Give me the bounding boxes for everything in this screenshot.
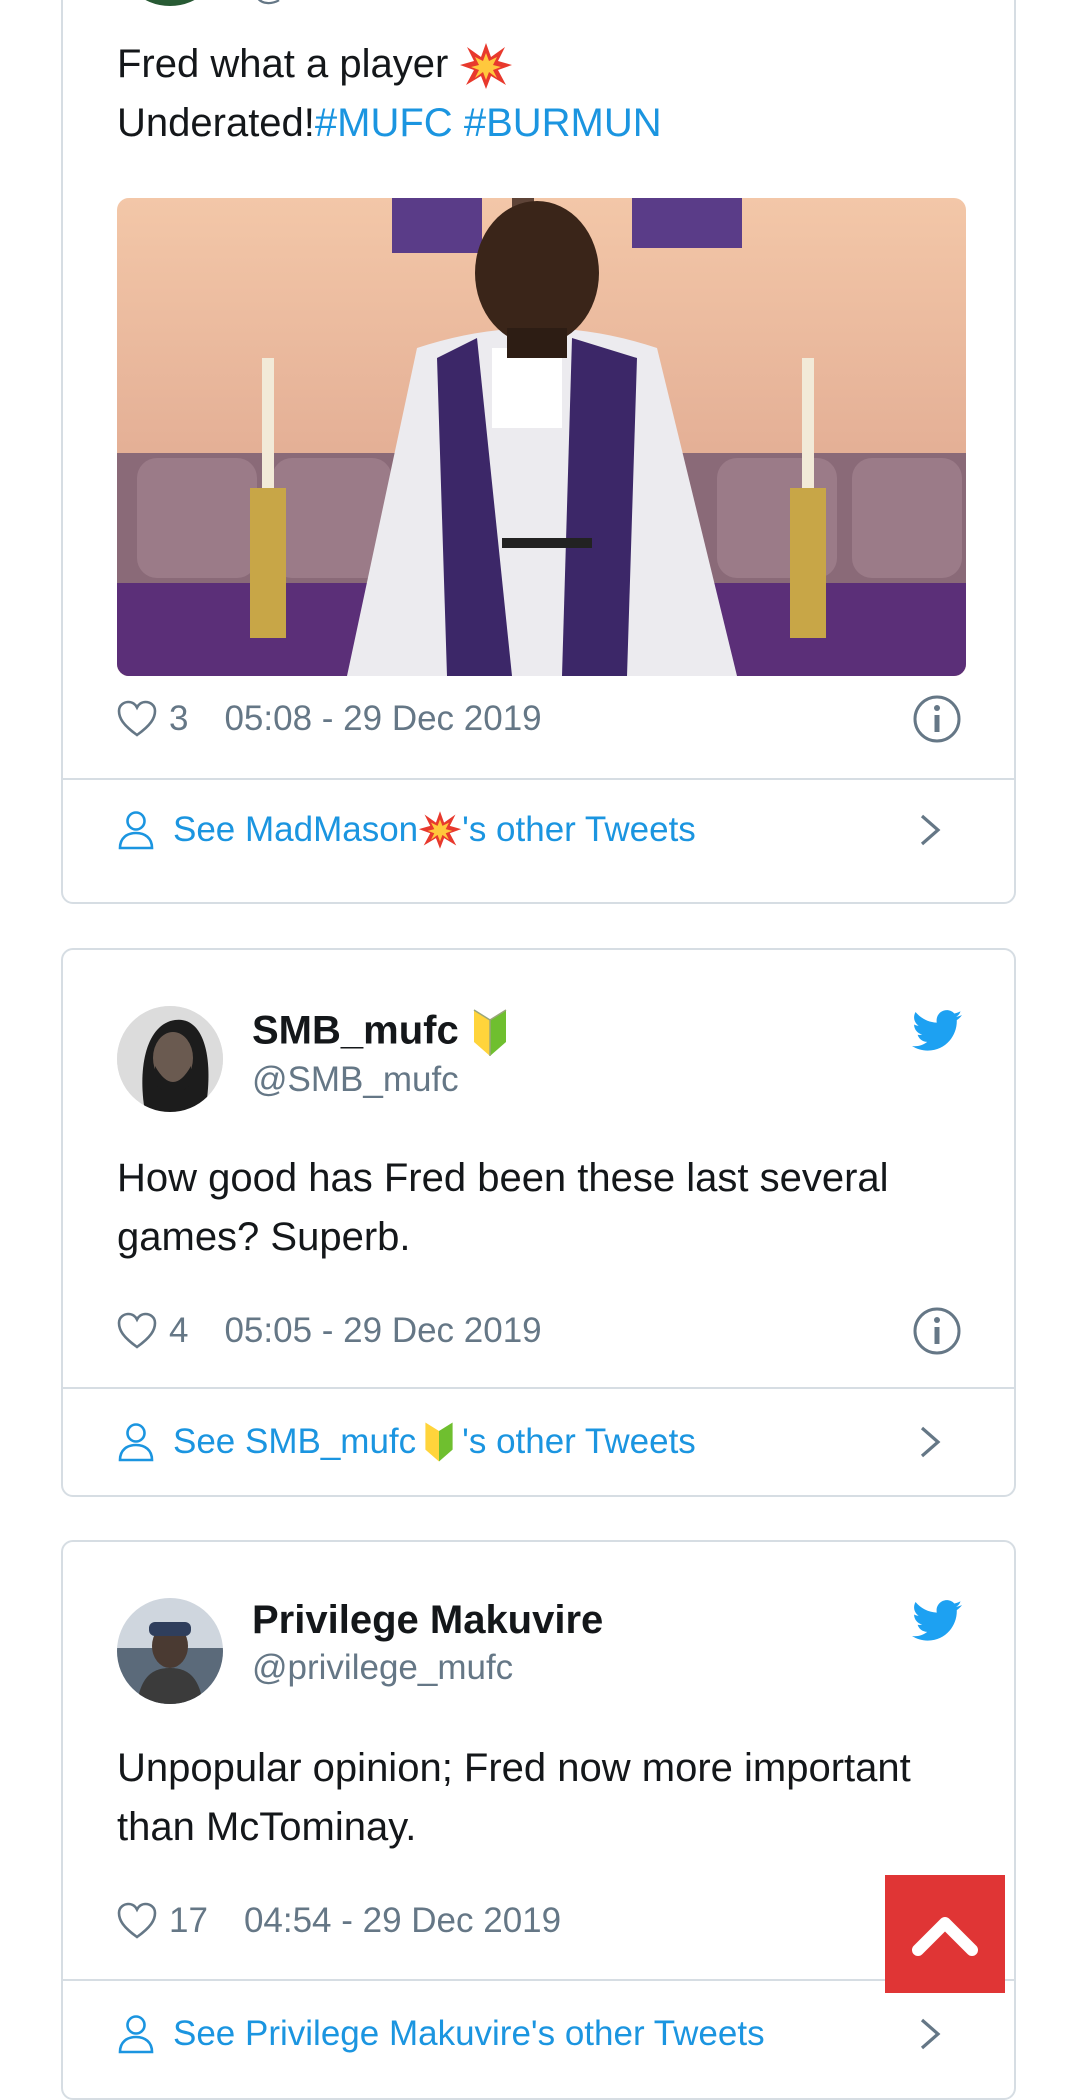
person-icon <box>118 811 154 850</box>
see-other-tweets-link[interactable]: See Privilege Makuvire's other Tweets <box>117 2004 962 2064</box>
person-icon <box>118 1423 154 1462</box>
tweet-meta: 4 05:05 - 29 Dec 2019 <box>117 1306 962 1356</box>
info-icon[interactable] <box>912 694 962 744</box>
tweet-meta: 3 05:08 - 29 Dec 2019 <box>117 694 962 744</box>
heart-icon[interactable] <box>117 700 157 738</box>
chevron-up-icon <box>912 1917 978 1956</box>
tweet-card-2: SMB_mufc @SMB_mufc How good has Fred bee… <box>61 948 1016 1497</box>
chevron-right-icon <box>920 2018 941 2050</box>
chevron-right-icon <box>920 814 941 846</box>
tweet-meta: 17 04:54 - 29 Dec 2019 <box>117 1896 962 1946</box>
tweet-author-name[interactable]: Privilege Makuvire <box>252 1598 603 1643</box>
tweet-handle[interactable]: @ <box>252 0 288 8</box>
heart-icon[interactable] <box>117 1312 157 1350</box>
timestamp[interactable]: 05:08 - 29 Dec 2019 <box>224 699 541 739</box>
like-count: 3 <box>169 699 189 738</box>
like-count: 17 <box>169 1901 208 1940</box>
tweet-author-name[interactable]: SMB_mufc <box>252 1008 510 1058</box>
tweet-handle[interactable]: @privilege_mufc <box>252 1648 513 1688</box>
divider <box>63 778 1014 780</box>
hashtag-link[interactable]: #MUFC <box>315 101 453 145</box>
footer-label-suffix: 's other Tweets <box>462 810 696 849</box>
footer-label: See Privilege Makuvire's other Tweets <box>173 2014 765 2053</box>
beginner-badge-emoji <box>425 1422 453 1462</box>
person-icon <box>118 2015 154 2054</box>
avatar[interactable] <box>117 1598 223 1704</box>
tweet-text-line2: Underated! <box>117 101 315 145</box>
author-name-text: SMB_mufc <box>252 1008 459 1053</box>
footer-label-prefix: See MadMason <box>173 810 419 849</box>
tweet-text: How good has Fred been these last severa… <box>117 1156 889 1259</box>
tweet-text: Unpopular opinion; Fred now more importa… <box>117 1746 911 1849</box>
like-count: 4 <box>169 1311 189 1350</box>
tweet-text: Fred what a player Underated!#MUFC #BURM… <box>117 35 962 153</box>
info-icon[interactable] <box>912 1306 962 1356</box>
see-other-tweets-link[interactable]: See MadMason 's other Tweets <box>117 800 962 860</box>
tweet-text-line1: Fred what a player <box>117 42 449 86</box>
tweet-media-image[interactable] <box>117 198 966 676</box>
divider <box>63 1979 1014 1981</box>
avatar[interactable] <box>117 1006 223 1112</box>
timestamp[interactable]: 04:54 - 29 Dec 2019 <box>244 1901 561 1941</box>
footer-label-prefix: See SMB_mufc <box>173 1422 417 1461</box>
hashtag-link[interactable]: #BURMUN <box>464 101 662 145</box>
chevron-right-icon <box>920 1426 941 1458</box>
scroll-to-top-button[interactable] <box>885 1875 1005 1993</box>
collision-emoji <box>418 811 462 849</box>
tweet-card-1: @ Fred what a player Underated!#MUFC #BU… <box>61 0 1016 904</box>
twitter-bird-icon[interactable] <box>912 1600 962 1642</box>
beginner-badge-emoji <box>473 1009 507 1056</box>
twitter-bird-icon[interactable] <box>912 1010 962 1052</box>
avatar[interactable] <box>117 0 223 6</box>
see-other-tweets-link[interactable]: See SMB_mufc 's other Tweets <box>117 1412 962 1472</box>
tweet-card-3: Privilege Makuvire @privilege_mufc Unpop… <box>61 1540 1016 2100</box>
tweet-handle[interactable]: @SMB_mufc <box>252 1060 459 1100</box>
heart-icon[interactable] <box>117 1902 157 1940</box>
footer-label-suffix: 's other Tweets <box>462 1422 696 1461</box>
collision-emoji <box>460 43 513 90</box>
divider <box>63 1387 1014 1389</box>
timestamp[interactable]: 05:05 - 29 Dec 2019 <box>224 1311 541 1351</box>
